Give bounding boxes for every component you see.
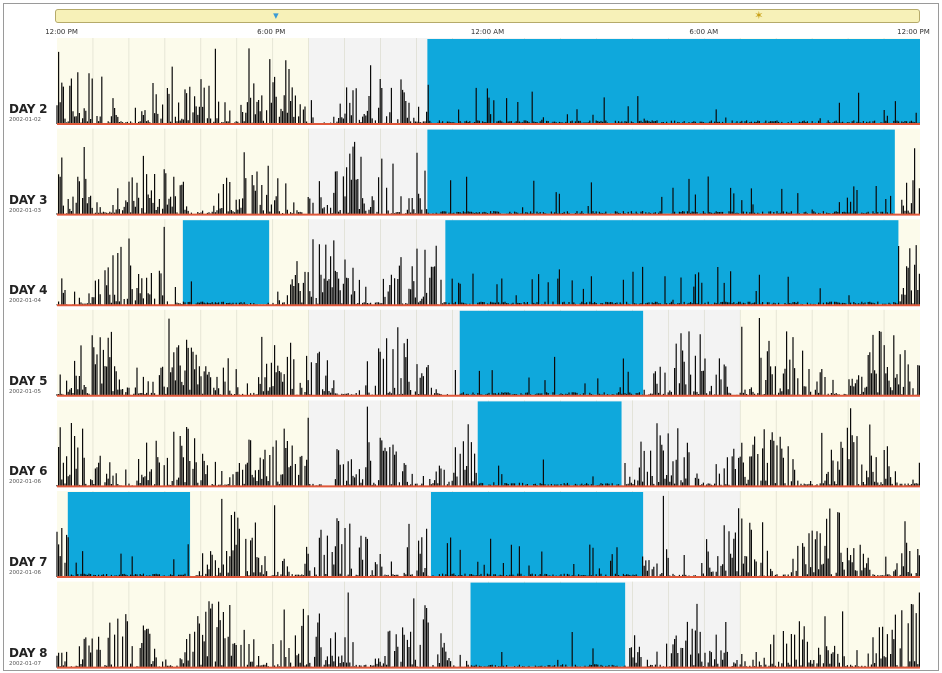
day-date: 2002-01-04 [9, 298, 41, 305]
row-label-day-8: DAY 8 2002-01-07 [9, 646, 57, 667]
sleep-period-band [430, 492, 644, 576]
row-label-day-4: DAY 4 2002-01-04 [9, 283, 57, 304]
sleep-period-band [470, 582, 626, 667]
activity-chart [56, 38, 920, 669]
day-date: 2002-01-06 [9, 479, 41, 486]
day-background [740, 581, 920, 668]
day-name: DAY 7 [9, 555, 48, 569]
day-name: DAY 2 [9, 102, 48, 116]
row-label-day-7: DAY 7 2002-01-06 [9, 555, 57, 576]
row-label-day-3: DAY 3 2002-01-03 [9, 193, 57, 214]
sleep-period-band [459, 310, 644, 395]
sleep-period-band [427, 39, 920, 123]
day-date: 2002-01-06 [9, 570, 41, 576]
day-background [57, 581, 309, 668]
row-label-day-6: DAY 6 2002-01-06 [9, 464, 57, 485]
sleep-period-band [182, 220, 270, 305]
day-date: 2002-01-02 [9, 117, 41, 123]
day-name: DAY 5 [9, 373, 48, 388]
row-label-day-5: DAY 5 2002-01-05 [9, 374, 57, 395]
day-background [57, 219, 309, 306]
day-name: DAY 3 [9, 192, 48, 207]
day-name: DAY 8 [9, 645, 48, 660]
day-date: 2002-01-07 [9, 660, 41, 667]
sleep-period-band [477, 401, 622, 486]
day-name: DAY 4 [9, 283, 48, 298]
sleep-period-band [427, 129, 895, 214]
row-label-day-2: DAY 2 2002-01-02 [9, 102, 57, 123]
sleep-period-band [445, 220, 899, 305]
day-date: 2002-01-03 [9, 207, 41, 214]
day-date: 2002-01-05 [9, 388, 41, 395]
sleep-period-band [67, 492, 191, 576]
day-name: DAY 6 [9, 464, 48, 479]
